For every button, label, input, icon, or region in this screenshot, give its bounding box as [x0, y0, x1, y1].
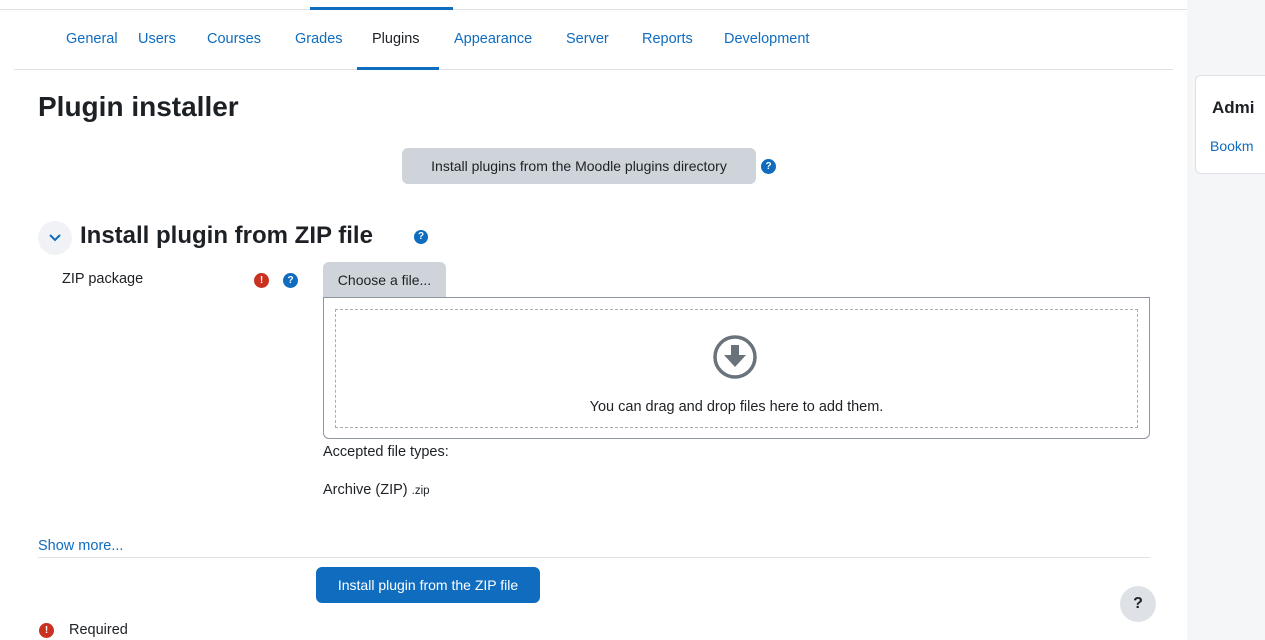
tab-general[interactable]: General	[66, 31, 118, 47]
file-type-name: Archive (ZIP)	[323, 482, 408, 498]
zip-package-help-icon[interactable]: ?	[283, 273, 298, 288]
section-collapse-toggle[interactable]	[38, 221, 72, 255]
tab-courses[interactable]: Courses	[207, 31, 261, 47]
accepted-file-type: Archive (ZIP) .zip	[323, 482, 430, 498]
download-arrow-icon	[713, 335, 757, 379]
tab-plugins[interactable]: Plugins	[372, 31, 420, 47]
show-more-link[interactable]: Show more...	[38, 538, 123, 554]
zip-package-label: ZIP package	[62, 271, 144, 287]
section-help-icon[interactable]: ?	[414, 230, 428, 244]
top-border	[0, 9, 1187, 10]
top-accent-bar	[310, 7, 453, 10]
dropzone-instruction: You can drag and drop files here to add …	[589, 399, 884, 415]
required-legend-icon: !	[39, 623, 54, 638]
tab-users[interactable]: Users	[138, 31, 176, 47]
tab-reports[interactable]: Reports	[642, 31, 693, 47]
admin-block: Admi Bookm	[1195, 75, 1265, 174]
tab-development[interactable]: Development	[724, 31, 809, 47]
tab-appearance[interactable]: Appearance	[454, 31, 532, 47]
tab-server[interactable]: Server	[566, 31, 609, 47]
section-divider	[38, 557, 1150, 558]
page-title: Plugin installer	[38, 91, 239, 122]
required-legend-label: Required	[69, 622, 128, 638]
help-button[interactable]: ?	[1120, 586, 1156, 622]
file-type-extension: .zip	[411, 485, 430, 497]
chevron-down-icon	[49, 234, 61, 242]
section-heading: Install plugin from ZIP file	[80, 222, 373, 249]
admin-block-link[interactable]: Bookm	[1210, 138, 1254, 154]
active-tab-indicator	[357, 67, 439, 70]
install-zip-button[interactable]: Install plugin from the ZIP file	[316, 567, 540, 603]
tab-grades[interactable]: Grades	[295, 31, 343, 47]
plugins-directory-button[interactable]: Install plugins from the Moodle plugins …	[402, 148, 756, 184]
accepted-file-types-label: Accepted file types:	[323, 444, 449, 460]
admin-tabs: General Users Courses Grades Plugins App…	[14, 20, 1173, 70]
required-icon: !	[254, 273, 269, 288]
choose-file-button[interactable]: Choose a file...	[323, 262, 446, 298]
directory-help-icon[interactable]: ?	[761, 159, 776, 174]
admin-block-title: Admi	[1212, 98, 1255, 117]
